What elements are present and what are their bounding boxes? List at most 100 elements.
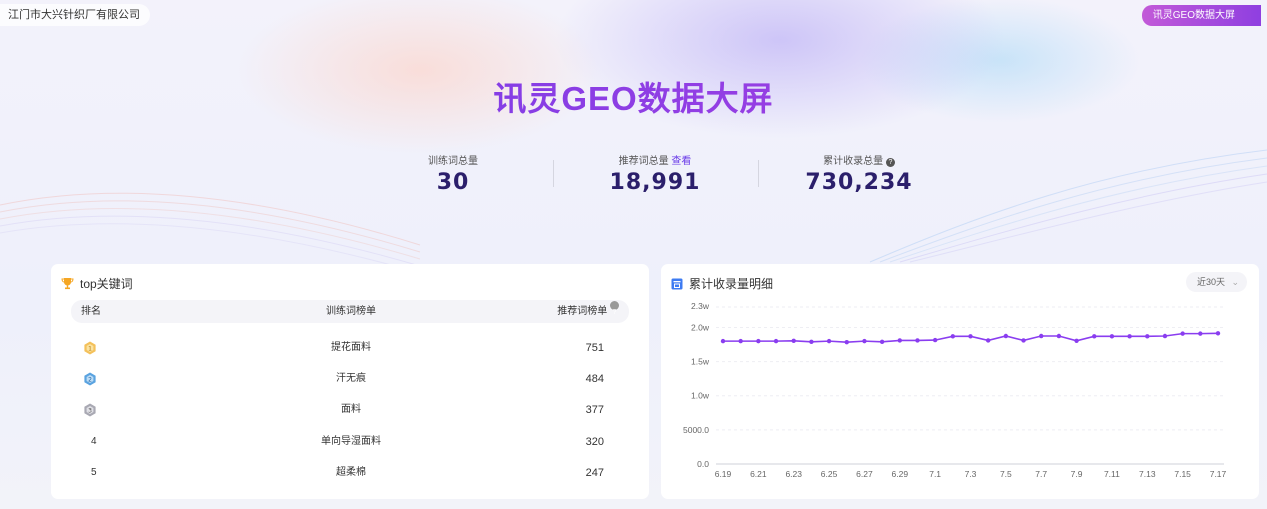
x-tick-label: 6.19: [715, 469, 732, 479]
data-point: [1145, 334, 1150, 339]
x-tick-label: 6.29: [892, 469, 909, 479]
data-point: [1109, 334, 1115, 339]
y-tick-label: 1.5w: [691, 357, 710, 367]
row-num: 247: [585, 467, 604, 479]
data-point: [1003, 333, 1009, 339]
table-row: 1 提花面料 751: [71, 338, 629, 358]
y-tick-label: 5000.0: [683, 425, 709, 435]
data-point: [985, 338, 991, 343]
row-num: 751: [585, 342, 604, 354]
x-tick-label: 6.25: [821, 469, 838, 479]
silver-medal-icon: 2: [84, 372, 96, 386]
x-tick-label: 7.17: [1210, 469, 1227, 479]
help-icon[interactable]: ?: [885, 158, 895, 167]
cumulative-line-chart: 0.0 5000.0 1.0w 1.5w 2.0w 2.3w 6.19 6.21 6.23 6.2…: [683, 301, 1227, 479]
row-word: 汗无痕: [336, 373, 366, 384]
data-point: [826, 338, 832, 344]
stat-cumulative-value: 730,234: [805, 170, 913, 195]
row-word: 超柔棉: [336, 467, 366, 478]
x-tick-label: 6.23: [785, 469, 802, 479]
row-num: 377: [585, 404, 604, 416]
row-word: 提花面料: [331, 342, 371, 353]
data-point: [1092, 334, 1097, 339]
company-name: 江门市大兴针织厂有限公司: [0, 4, 150, 26]
row-num: 484: [585, 373, 604, 385]
stat-cumulative-label-wrap: 累计收录总量 ?: [759, 152, 959, 167]
data-point: [1127, 334, 1132, 339]
dashboard-button[interactable]: 讯灵GEO数据大屏: [1141, 5, 1261, 26]
y-tick-label: 2.0w: [691, 322, 710, 332]
data-point: [1021, 338, 1026, 343]
data-point: [932, 337, 938, 343]
stat-recommend-value: 18,991: [609, 170, 701, 195]
data-point: [915, 338, 920, 343]
data-point: [1180, 331, 1185, 336]
stat-cumulative-label: 累计收录总量: [823, 156, 884, 167]
data-point: [756, 338, 761, 344]
row-rank: 4: [91, 436, 97, 447]
top-keywords-card: top关键词 排名 训练词榜单 推荐词榜单 ? 1 提花面料 751 2 汗无痕…: [51, 264, 649, 499]
row-word: 单向导湿面料: [321, 436, 381, 447]
gold-medal-icon: 1: [84, 341, 96, 355]
cumulative-detail-card: 累计收录量明细 近30天 ⌄ 0.0 5000.0 1.0w 1.5w 2.0w 2.3w…: [661, 264, 1259, 499]
stat-training-value: 30: [436, 170, 470, 195]
data-point: [1056, 333, 1062, 339]
x-tick-label: 7.5: [1000, 469, 1012, 479]
stat-divider: [553, 160, 554, 187]
medal-number: 1: [88, 345, 92, 352]
data-point: [1162, 333, 1168, 339]
data-point: [1215, 331, 1221, 336]
data-point: [897, 338, 902, 343]
table-row: 2 汗无痕 484: [71, 369, 629, 389]
bronze-medal-icon: 3: [84, 403, 96, 417]
row-word: 面料: [341, 404, 361, 415]
stat-recommend: 推荐词总量 查看 18,991: [555, 152, 755, 195]
y-tick-label: 0.0: [697, 459, 709, 469]
trophy-icon: [61, 278, 74, 290]
y-tick-label: 2.3w: [691, 301, 710, 311]
header-word: 训练词榜单: [326, 306, 376, 317]
help-icon[interactable]: ?: [610, 301, 619, 316]
data-point: [738, 338, 743, 344]
medal-number: 3: [88, 407, 92, 414]
x-tick-label: 6.27: [856, 469, 873, 479]
x-tick-label: 7.3: [965, 469, 977, 479]
x-tick-label: 7.13: [1139, 469, 1156, 479]
view-link[interactable]: 查看: [671, 156, 691, 167]
stat-recommend-label: 推荐词总量: [618, 156, 669, 167]
x-tick-label: 7.15: [1174, 469, 1191, 479]
x-tick-label: 7.1: [929, 469, 941, 479]
row-num: 320: [585, 436, 604, 448]
stat-training-label: 训练词总量: [428, 156, 478, 167]
table-header: 排名 训练词榜单 推荐词榜单 ?: [71, 300, 629, 323]
data-point: [720, 338, 726, 344]
y-tick-label: 1.0w: [691, 391, 710, 401]
stat-recommend-label-wrap: 推荐词总量 查看: [555, 152, 755, 167]
header-num-label: 推荐词榜单: [557, 306, 608, 317]
row-rank: 5: [91, 467, 97, 478]
data-point: [844, 339, 849, 345]
x-tick-label: 7.9: [1071, 469, 1083, 479]
data-point: [950, 334, 956, 339]
table-row: 5 超柔棉 247: [71, 463, 629, 483]
header-num: 推荐词榜单 ?: [557, 300, 619, 323]
x-tick-label: 7.11: [1104, 469, 1120, 479]
table-row: 3 面料 377: [71, 400, 629, 420]
data-point: [791, 338, 796, 343]
header-rank: 排名: [81, 306, 101, 317]
data-point: [1074, 338, 1079, 343]
x-tick-label: 7.7: [1035, 469, 1047, 479]
table-row: 4 单向导湿面料 320: [71, 432, 629, 452]
card-header: top关键词: [61, 275, 133, 292]
data-point: [968, 334, 973, 339]
card-title: top关键词: [80, 277, 133, 291]
page-title: 讯灵GEO数据大屏: [0, 72, 1267, 120]
data-point: [809, 339, 814, 345]
medal-number: 2: [88, 376, 92, 383]
data-point: [1039, 333, 1044, 339]
stat-cumulative: 累计收录总量 ? 730,234: [759, 152, 959, 195]
data-point: [773, 338, 779, 344]
x-tick-label: 6.21: [750, 469, 767, 479]
data-point: [879, 339, 885, 345]
data-point: [1198, 331, 1203, 336]
